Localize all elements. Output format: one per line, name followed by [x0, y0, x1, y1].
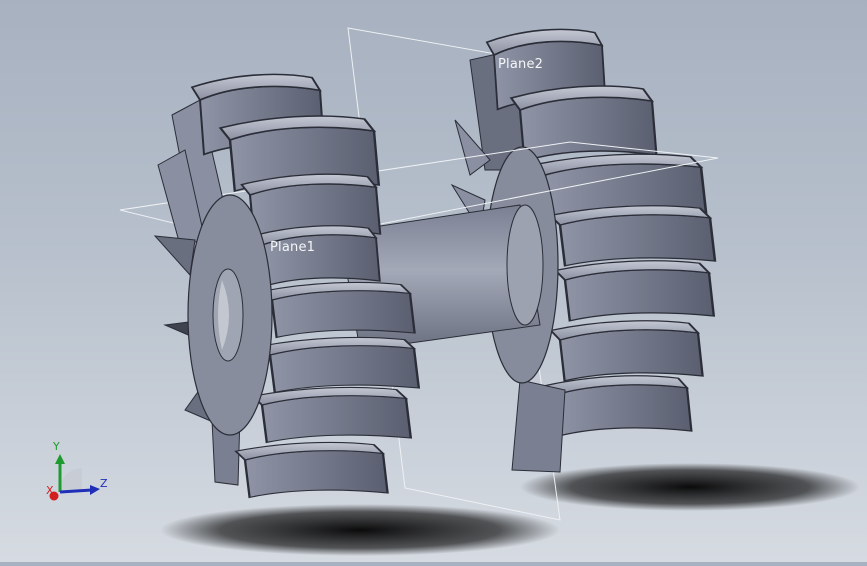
y-axis-arrow — [55, 454, 65, 464]
z-axis-arrow — [90, 485, 100, 495]
ground-shadow-left — [160, 504, 560, 556]
y-axis-label: Y — [53, 440, 60, 453]
graphics-viewport[interactable]: Plane1 Plane2 Y Z X — [0, 0, 867, 562]
plane2-label[interactable]: Plane2 — [498, 57, 543, 72]
left-wheel[interactable] — [153, 73, 421, 499]
reference-triad[interactable]: Y Z X — [40, 440, 115, 510]
plane1-label[interactable]: Plane1 — [270, 240, 315, 255]
model-render[interactable] — [0, 0, 867, 562]
ground-shadow-right — [520, 463, 860, 511]
x-axis-label: X — [46, 484, 54, 497]
z-axis-line — [59, 488, 93, 494]
z-axis-label: Z — [100, 477, 108, 490]
